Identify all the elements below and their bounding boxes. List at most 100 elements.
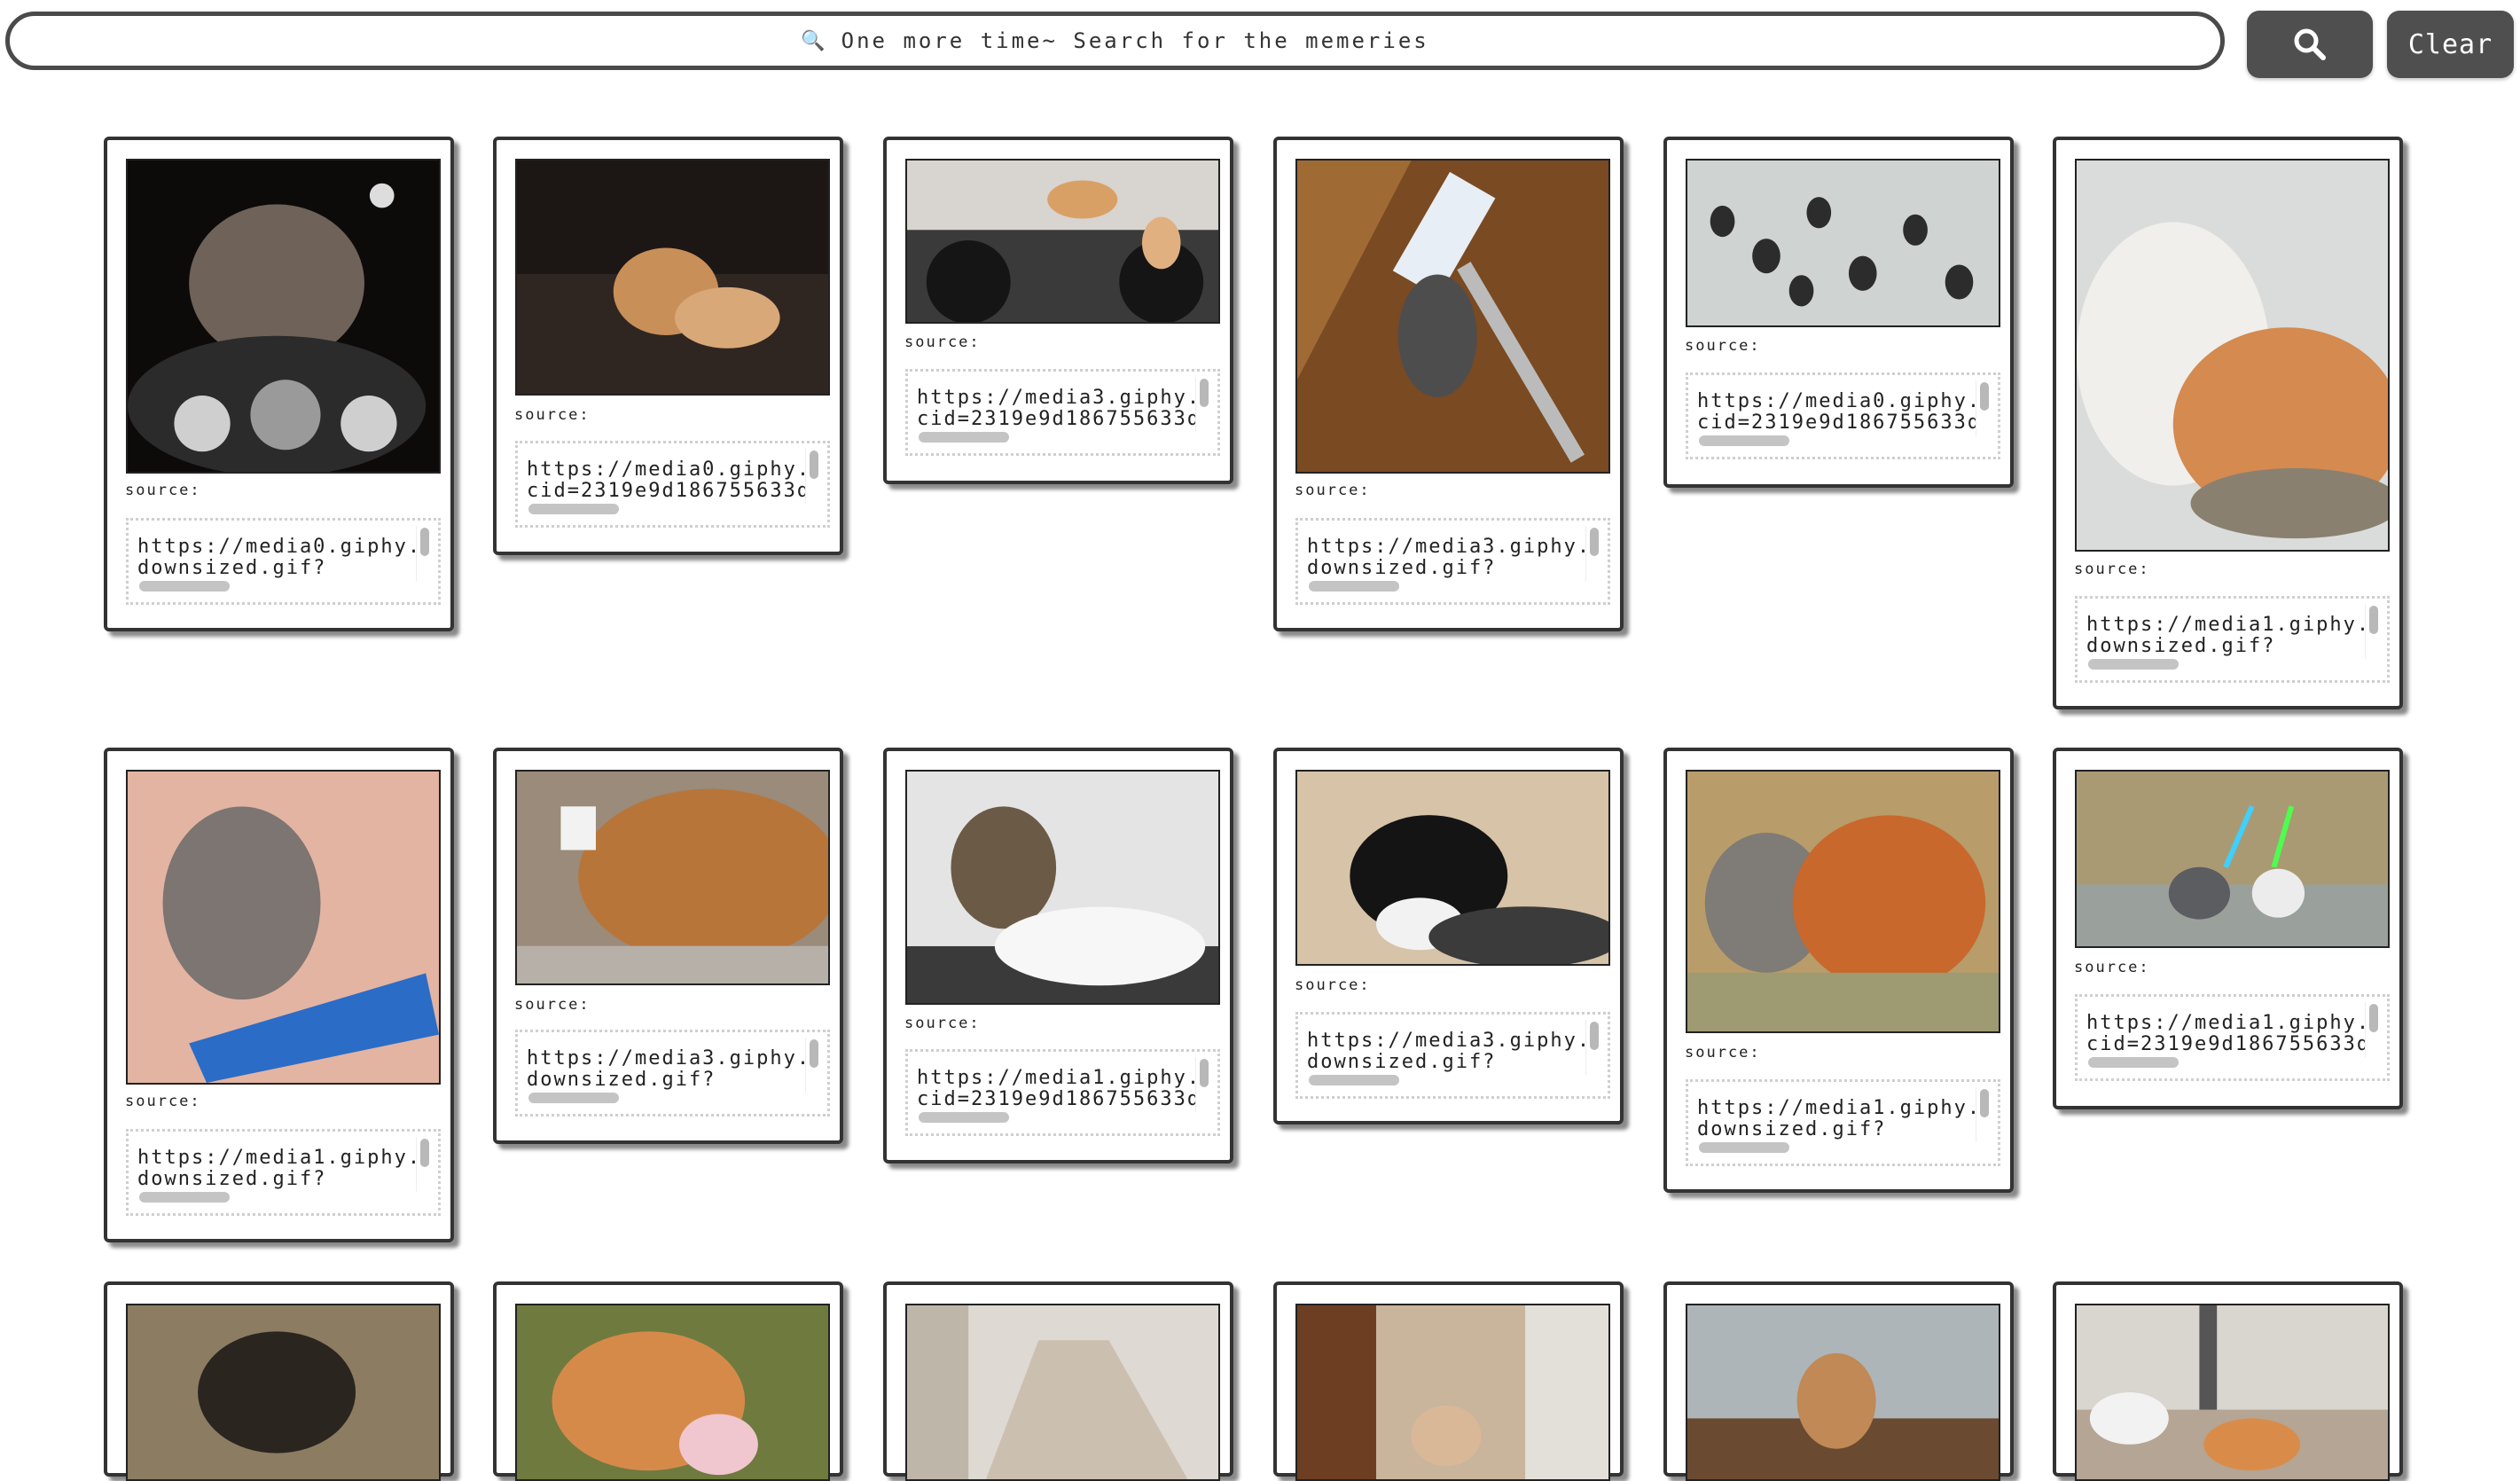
horizontal-scrollbar[interactable]: [1699, 435, 1789, 446]
gif-image[interactable]: [905, 1304, 1220, 1481]
source-label: source:: [514, 996, 591, 1014]
gif-card: source: https://media1.giphy.com/media/ …: [1663, 748, 2014, 1193]
source-url-field[interactable]: https://media0.giphy.com/media/ downsize…: [126, 518, 441, 605]
source-label: source:: [1685, 1044, 1761, 1062]
source-url-text: https://media3.giphy.com/media/ downsize…: [1307, 526, 1586, 581]
gif-image[interactable]: [2075, 159, 2390, 552]
vertical-scrollbar[interactable]: [2369, 1004, 2378, 1032]
horizontal-scrollbar[interactable]: [1699, 1142, 1789, 1153]
source-url-field[interactable]: https://media1.giphy.com/media/ cid=2319…: [905, 1049, 1220, 1136]
gif-card: source: https://media0.giphy.com/media/ …: [493, 137, 843, 555]
source-label: source:: [904, 333, 981, 351]
vertical-scrollbar[interactable]: [1200, 1059, 1209, 1087]
source-url-field[interactable]: https://media1.giphy.com/media/ downsize…: [1686, 1079, 2000, 1166]
search-input[interactable]: 🔍 One more time~ Search for the memeries: [5, 12, 2225, 70]
gif-card: source: https://media3.giphy.com/media/ …: [493, 748, 843, 1144]
gif-card: [104, 1281, 454, 1481]
source-label: source:: [1295, 976, 1371, 994]
gif-image[interactable]: [2075, 1304, 2390, 1481]
source-label: source:: [1295, 482, 1371, 499]
gif-card: source: https://media1.giphy.com/media/ …: [2053, 137, 2403, 709]
source-url-field[interactable]: https://media1.giphy.com/media/ downsize…: [126, 1129, 441, 1216]
source-url-field[interactable]: https://media0.giphy.com/media/ cid=2319…: [515, 441, 830, 528]
source-url-text: https://media0.giphy.com/media/ downsize…: [137, 526, 417, 581]
vertical-scrollbar[interactable]: [810, 1039, 818, 1068]
horizontal-scrollbar[interactable]: [1309, 1075, 1399, 1085]
gif-card: source: https://media3.giphy.com/media/ …: [883, 137, 1233, 484]
vertical-scrollbar[interactable]: [1590, 528, 1599, 556]
vertical-scrollbar[interactable]: [1590, 1022, 1599, 1050]
search-icon: [2294, 28, 2326, 60]
source-url-text: https://media3.giphy.com/media/ cid=2319…: [917, 377, 1196, 432]
source-url-field[interactable]: https://media3.giphy.com/media/ downsize…: [1295, 1012, 1610, 1099]
horizontal-scrollbar[interactable]: [139, 1192, 230, 1203]
source-url-text: https://media1.giphy.com/media/ downsize…: [1697, 1087, 1976, 1142]
search-placeholder: One more time~ Search for the memeries: [841, 28, 1429, 53]
gif-card: source: https://media3.giphy.com/media/ …: [1273, 748, 1624, 1124]
gif-image[interactable]: [515, 159, 830, 396]
gif-card: source: https://media1.giphy.com/media/ …: [883, 748, 1233, 1164]
source-url-field[interactable]: https://media0.giphy.com/media/ cid=2319…: [1686, 372, 2000, 459]
source-url-field[interactable]: https://media3.giphy.com/media/ downsize…: [515, 1030, 830, 1117]
source-label: source:: [2074, 560, 2150, 578]
horizontal-scrollbar[interactable]: [139, 581, 230, 592]
gif-image[interactable]: [126, 159, 441, 474]
horizontal-scrollbar[interactable]: [528, 1093, 619, 1103]
vertical-scrollbar[interactable]: [420, 528, 429, 556]
gif-card: source: https://media1.giphy.com/media/ …: [104, 748, 454, 1242]
source-label: source:: [1685, 337, 1761, 355]
gif-image[interactable]: [1295, 1304, 1610, 1481]
gif-image[interactable]: [515, 1304, 830, 1481]
gif-card: [883, 1281, 1233, 1481]
gif-image[interactable]: [1686, 770, 2000, 1033]
horizontal-scrollbar[interactable]: [1309, 581, 1399, 592]
source-url-text: https://media1.giphy.com/media/ downsize…: [137, 1137, 417, 1192]
source-url-field[interactable]: https://media1.giphy.com/media/ downsize…: [2075, 596, 2390, 683]
gif-card: source: https://media0.giphy.com/media/ …: [1663, 137, 2014, 488]
source-label: source:: [2074, 959, 2150, 976]
source-url-field[interactable]: https://media3.giphy.com/media/ cid=2319…: [905, 369, 1220, 456]
source-url-text: https://media0.giphy.com/media/ cid=2319…: [527, 449, 806, 504]
horizontal-scrollbar[interactable]: [528, 504, 619, 514]
source-label: source:: [125, 482, 201, 499]
gif-card: [1273, 1281, 1624, 1481]
gif-card: [493, 1281, 843, 1481]
horizontal-scrollbar[interactable]: [2088, 659, 2179, 670]
horizontal-scrollbar[interactable]: [2088, 1057, 2179, 1068]
source-url-text: https://media1.giphy.com/media/ cid=2319…: [2086, 1002, 2366, 1057]
gif-image[interactable]: [2075, 770, 2390, 948]
vertical-scrollbar[interactable]: [810, 451, 818, 479]
source-label: source:: [125, 1093, 201, 1110]
vertical-scrollbar[interactable]: [420, 1139, 429, 1167]
gif-image[interactable]: [1686, 159, 2000, 327]
vertical-scrollbar[interactable]: [1980, 382, 1989, 411]
vertical-scrollbar[interactable]: [1200, 379, 1209, 407]
gif-image[interactable]: [126, 770, 441, 1085]
source-url-text: https://media1.giphy.com/media/ downsize…: [2086, 604, 2366, 659]
source-label: source:: [904, 1015, 981, 1032]
horizontal-scrollbar[interactable]: [919, 1112, 1009, 1123]
gif-image[interactable]: [126, 1304, 441, 1481]
gif-image[interactable]: [905, 770, 1220, 1005]
gif-image[interactable]: [1295, 159, 1610, 474]
gif-card: source: https://media1.giphy.com/media/ …: [2053, 748, 2403, 1109]
search-button[interactable]: [2247, 11, 2373, 78]
vertical-scrollbar[interactable]: [1980, 1089, 1989, 1117]
source-url-text: https://media1.giphy.com/media/ cid=2319…: [917, 1057, 1196, 1112]
vertical-scrollbar[interactable]: [2369, 606, 2378, 634]
gif-card: source: https://media3.giphy.com/media/ …: [1273, 137, 1624, 631]
gif-card: source: https://media0.giphy.com/media/ …: [104, 137, 454, 631]
gif-image[interactable]: [1686, 1304, 2000, 1481]
source-url-text: https://media3.giphy.com/media/ downsize…: [1307, 1020, 1586, 1075]
magnifier-icon: 🔍: [801, 29, 826, 52]
source-url-field[interactable]: https://media3.giphy.com/media/ downsize…: [1295, 518, 1610, 605]
horizontal-scrollbar[interactable]: [919, 432, 1009, 443]
gif-image[interactable]: [1295, 770, 1610, 966]
source-label: source:: [514, 406, 591, 424]
source-url-text: https://media3.giphy.com/media/ downsize…: [527, 1038, 806, 1093]
clear-button[interactable]: Clear: [2387, 11, 2514, 78]
source-url-field[interactable]: https://media1.giphy.com/media/ cid=2319…: [2075, 994, 2390, 1081]
gif-card: [2053, 1281, 2403, 1481]
gif-image[interactable]: [515, 770, 830, 985]
gif-image[interactable]: [905, 159, 1220, 324]
